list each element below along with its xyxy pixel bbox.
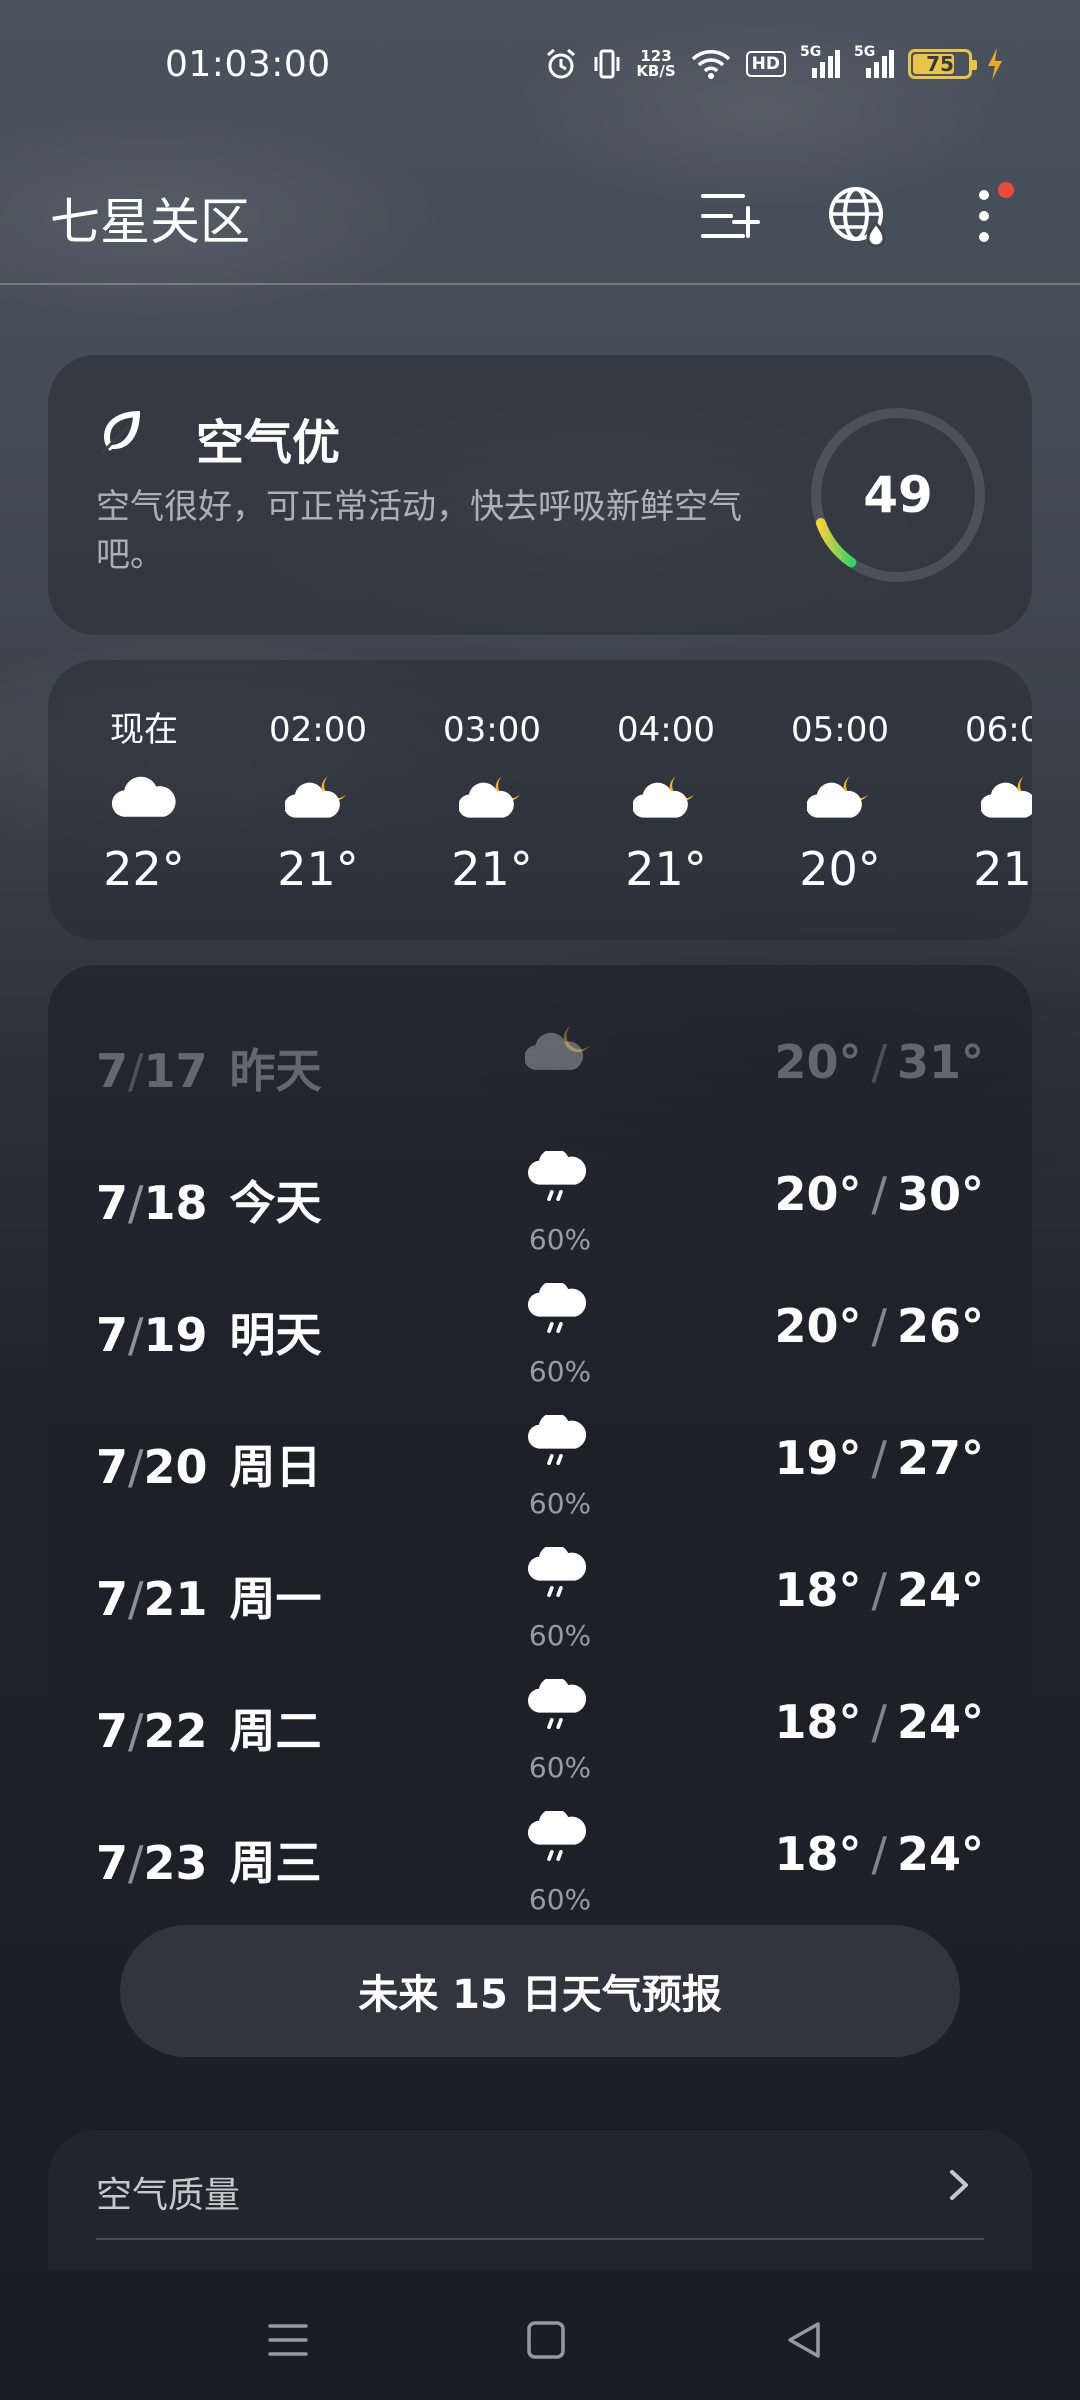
charging-icon [986, 47, 1004, 81]
more-icon [979, 190, 989, 242]
hour-temperature: 21° [277, 842, 359, 896]
back-icon [788, 2322, 820, 2358]
air-quality-title: 空气优 [196, 415, 341, 471]
daily-row[interactable]: 7/20 周日 60% 19°/27° [48, 1409, 1032, 1520]
add-city-icon [701, 194, 760, 238]
daily-forecast-card: 7/17 昨天 20°/31° 7/18 今天 60% 20°/30° 7/19 明天 60% 20… [48, 965, 1032, 2105]
menu-icon [268, 2324, 308, 2356]
hour-time: 04:00 [617, 710, 715, 750]
wifi-icon [690, 47, 732, 81]
hour-time: 02:00 [269, 710, 367, 750]
air-quality-card[interactable]: 空气优 空气很好，可正常活动，快去呼吸新鲜空气吧。 49 [48, 355, 1032, 635]
hd-icon: HD [745, 51, 786, 77]
precipitation-chance: 60% [528, 1223, 592, 1256]
hourly-item: 06:00 21° [954, 708, 1032, 896]
hour-time: 03:00 [443, 710, 541, 750]
alarm-icon [544, 47, 578, 81]
home-button[interactable] [506, 2300, 586, 2380]
daily-row[interactable]: 7/17 昨天 20°/31° [48, 1013, 1032, 1123]
day-temperature-range: 18°/24° [774, 1695, 984, 1749]
day-temperature-range: 18°/24° [774, 1563, 984, 1617]
partly-cloudy-night-icon [780, 752, 900, 842]
day-temperature-range: 20°/30° [774, 1167, 984, 1221]
day-date: 7/19 明天 [96, 1308, 322, 1362]
status-icons: 123 KB/S HD 5G 5G 75 [544, 44, 1004, 84]
rain-icon [518, 1805, 602, 1875]
rain-icon [518, 1673, 602, 1743]
partly-cloudy-night-icon [606, 752, 726, 842]
daily-row[interactable]: 7/23 周三 60% 18°/24° [48, 1805, 1032, 1916]
fifteen-day-forecast-button[interactable]: 未来 15 日天气预报 [120, 1925, 960, 2057]
day-temperature-range: 18°/24° [774, 1827, 984, 1881]
day-date: 7/21 周一 [96, 1572, 322, 1626]
day-temperature-range: 20°/31° [774, 1035, 984, 1089]
day-temperature-range: 19°/27° [774, 1431, 984, 1485]
hour-time: 06:00 [965, 710, 1032, 750]
hourly-item: 02:00 21° [258, 708, 378, 896]
rain-icon [518, 1277, 602, 1347]
home-icon [527, 2321, 565, 2359]
hour-temperature: 21° [625, 842, 707, 896]
partly-cloudy-night-icon [432, 752, 552, 842]
precipitation-chance: 60% [528, 1355, 592, 1388]
hour-temperature: 22° [103, 842, 185, 896]
signal-icon: 5G [854, 44, 894, 80]
day-date: 7/18 今天 [96, 1176, 322, 1230]
day-date: 7/23 周三 [96, 1836, 322, 1890]
status-time: 01:03:00 [165, 44, 331, 85]
day-date: 7/17 昨天 [96, 1044, 322, 1098]
day-date: 7/22 周二 [96, 1704, 322, 1758]
recent-apps-button[interactable] [248, 2300, 328, 2380]
day-temperature-range: 20°/26° [774, 1299, 984, 1353]
add-city-button[interactable] [690, 176, 770, 256]
day-date: 7/20 周日 [96, 1440, 322, 1494]
daily-row[interactable]: 7/19 明天 60% 20°/26° [48, 1277, 1032, 1388]
globe-icon [829, 187, 886, 247]
more-button[interactable] [944, 176, 1024, 256]
cloudy-icon [84, 752, 204, 842]
precipitation-chance: 60% [528, 1883, 592, 1916]
hour-time: 05:00 [791, 710, 889, 750]
daily-row[interactable]: 7/18 今天 60% 20°/30° [48, 1145, 1032, 1256]
partly-cloudy-night-icon [954, 752, 1032, 842]
rain-icon [518, 1409, 602, 1479]
globe-button[interactable] [818, 176, 898, 256]
hour-time: 现在 [110, 710, 178, 750]
daily-row[interactable]: 7/22 周二 60% 18°/24° [48, 1673, 1032, 1784]
hour-temperature: 21° [451, 842, 533, 896]
notification-dot [998, 182, 1014, 198]
precipitation-chance: 60% [528, 1487, 592, 1520]
status-bar: 01:03:00 123 KB/S HD 5G 5G 75 [0, 0, 1080, 140]
signal-icon: 5G [800, 44, 840, 80]
battery-icon: 75 [908, 49, 977, 79]
divider [96, 2238, 984, 2240]
vibrate-icon [592, 47, 622, 81]
app-header: 七星关区 [0, 140, 1080, 285]
daily-row[interactable]: 7/21 周一 60% 18°/24° [48, 1541, 1032, 1652]
leaf-icon [100, 411, 140, 455]
rain-icon [518, 1541, 602, 1611]
hour-temperature: 21° [973, 842, 1032, 896]
location-title[interactable]: 七星关区 [50, 182, 250, 254]
air-quality-description: 空气很好，可正常活动，快去呼吸新鲜空气吧。 [96, 487, 742, 575]
partly-cloudy-night-icon [258, 752, 378, 842]
hourly-item: 现在 22° [84, 708, 204, 896]
aqi-value: 49 [863, 466, 933, 524]
precipitation-chance: 60% [528, 1751, 592, 1784]
hourly-item: 04:00 21° [606, 708, 726, 896]
precipitation-chance: 60% [528, 1619, 592, 1652]
hour-temperature: 20° [799, 842, 881, 896]
air-quality-section-label: 空气质量 [96, 2175, 241, 2216]
hourly-forecast-card[interactable]: 现在 22° 02:00 21° 03:00 21° 04:00 21° 05:00 20° 06:… [48, 660, 1032, 940]
hourly-item: 03:00 21° [432, 708, 552, 896]
system-nav-bar [0, 2270, 1080, 2400]
back-button[interactable] [764, 2300, 844, 2380]
hourly-item: 05:00 20° [780, 708, 900, 896]
air-quality-section[interactable]: 空气质量 [48, 2130, 1032, 2270]
rain-icon [518, 1145, 602, 1215]
net-speed: 123 KB/S [636, 47, 676, 80]
partly-cloudy-night-icon [518, 1013, 602, 1083]
chevron-right-icon [950, 2170, 968, 2200]
